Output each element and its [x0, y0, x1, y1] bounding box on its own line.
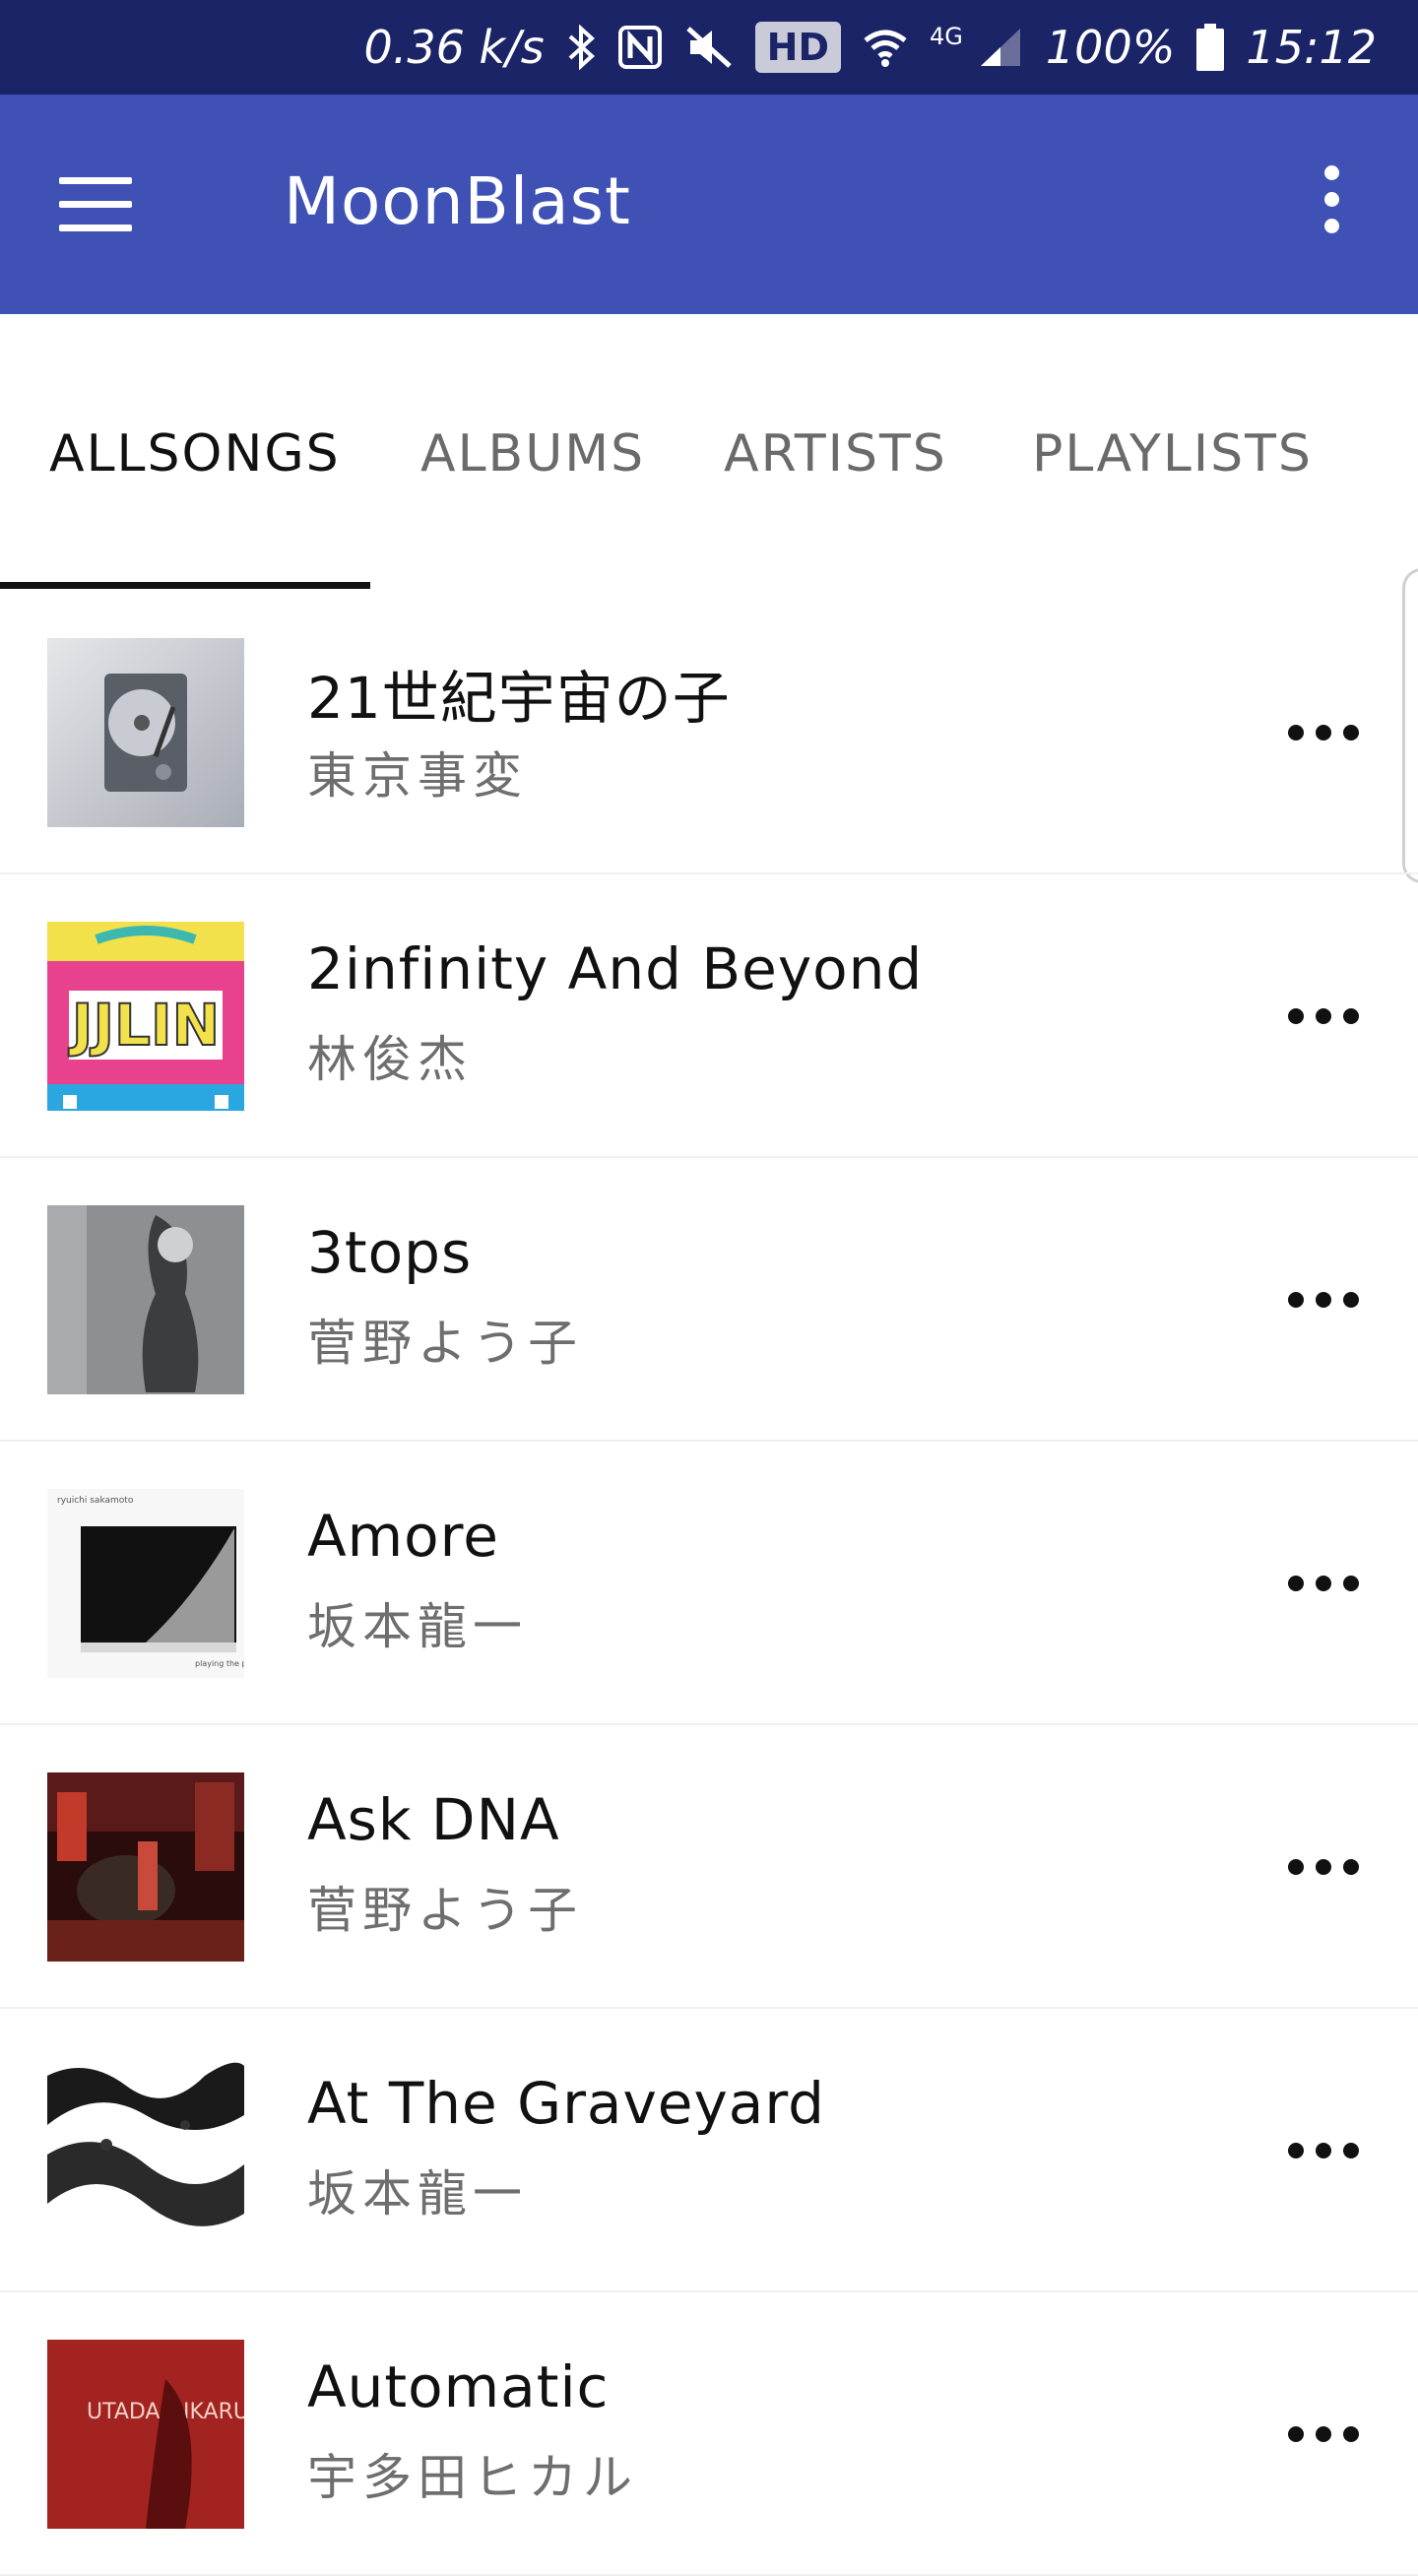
more-horizontal-icon[interactable] — [1288, 1851, 1359, 1883]
more-horizontal-icon[interactable] — [1288, 2135, 1359, 2166]
more-horizontal-icon[interactable] — [1288, 1000, 1359, 1032]
album-cover: UTADA HIKARU WILD LIFE — [47, 2340, 244, 2529]
song-row[interactable]: At The Graveyard 坂本龍一 — [0, 2009, 1418, 2292]
cover-text-jjlin: JJLIN — [68, 992, 220, 1059]
tab-bar: ALLSONGS ALBUMS ARTISTS PLAYLISTS — [0, 314, 1418, 883]
song-row[interactable]: 3tops 菅野よう子 — [0, 1158, 1418, 1442]
cover-text-sakamoto: ryuichi sakamoto — [57, 1496, 134, 1506]
more-horizontal-icon[interactable] — [1288, 2418, 1359, 2450]
song-list: 21世紀宇宙の子 東京事変 JJLIN 2infinity And Beyond… — [0, 591, 1418, 2576]
battery-icon — [1196, 24, 1225, 71]
album-cover — [47, 2056, 244, 2245]
battery-level: 100% — [1045, 21, 1176, 74]
song-row[interactable]: Ask DNA 菅野よう子 — [0, 1725, 1418, 2009]
hd-badge: HD — [754, 22, 842, 73]
tab-artists[interactable]: ARTISTS — [724, 424, 947, 483]
song-title: 3tops — [307, 1219, 473, 1286]
net-speed: 0.36 k/s — [363, 21, 545, 74]
hamburger-menu-icon[interactable] — [59, 177, 132, 232]
album-cover — [47, 1772, 244, 1962]
mute-icon — [684, 25, 734, 70]
more-horizontal-icon[interactable] — [1288, 717, 1359, 748]
song-row[interactable]: ryuichi sakamoto playing the piano Amore… — [0, 1442, 1418, 1725]
album-cover — [47, 1205, 244, 1394]
album-cover: ryuichi sakamoto playing the piano — [47, 1489, 244, 1678]
song-title: 2infinity And Beyond — [307, 935, 924, 1002]
song-title: Ask DNA — [307, 1786, 560, 1853]
song-title: Amore — [307, 1503, 499, 1570]
signal-icon — [977, 25, 1024, 70]
tab-indicator — [0, 582, 370, 589]
song-artist: 菅野よう子 — [307, 1315, 583, 1372]
song-artist: 東京事変 — [307, 747, 528, 805]
song-title: 21世紀宇宙の子 — [307, 665, 731, 732]
song-artist: 坂本龍一 — [307, 2165, 528, 2222]
tab-playlists[interactable]: PLAYLISTS — [1032, 424, 1313, 483]
wifi-icon — [863, 25, 908, 70]
network-type: 4G — [930, 23, 963, 50]
song-row[interactable]: JJLIN 2infinity And Beyond 林俊杰 — [0, 874, 1418, 1158]
song-artist: 坂本龍一 — [307, 1598, 528, 1655]
tab-allsongs[interactable]: ALLSONGS — [49, 424, 341, 483]
tab-albums[interactable]: ALBUMS — [420, 424, 645, 483]
app-title: MoonBlast — [284, 163, 631, 239]
cover-text-playing: playing the piano — [195, 1659, 244, 1668]
bluetooth-icon — [566, 25, 596, 70]
song-artist: 菅野よう子 — [307, 1882, 583, 1939]
song-row[interactable]: UTADA HIKARU WILD LIFE Automatic 宇多田ヒカル — [0, 2292, 1418, 2576]
song-title: At The Graveyard — [307, 2070, 825, 2137]
more-horizontal-icon[interactable] — [1288, 1284, 1359, 1316]
nfc-icon — [617, 25, 663, 70]
status-bar: 0.36 k/s HD 4G 100% 15:12 — [0, 0, 1418, 95]
album-cover: JJLIN — [47, 922, 244, 1111]
album-cover — [47, 638, 244, 827]
song-title: Automatic — [307, 2353, 610, 2420]
song-artist: 林俊杰 — [307, 1031, 473, 1088]
more-vertical-icon[interactable] — [1314, 165, 1349, 244]
song-artist: 宇多田ヒカル — [307, 2449, 638, 2506]
song-row[interactable]: 21世紀宇宙の子 東京事変 — [0, 591, 1418, 874]
clock: 15:12 — [1246, 21, 1377, 74]
app-bar: MoonBlast — [0, 95, 1418, 314]
more-horizontal-icon[interactable] — [1288, 1568, 1359, 1599]
